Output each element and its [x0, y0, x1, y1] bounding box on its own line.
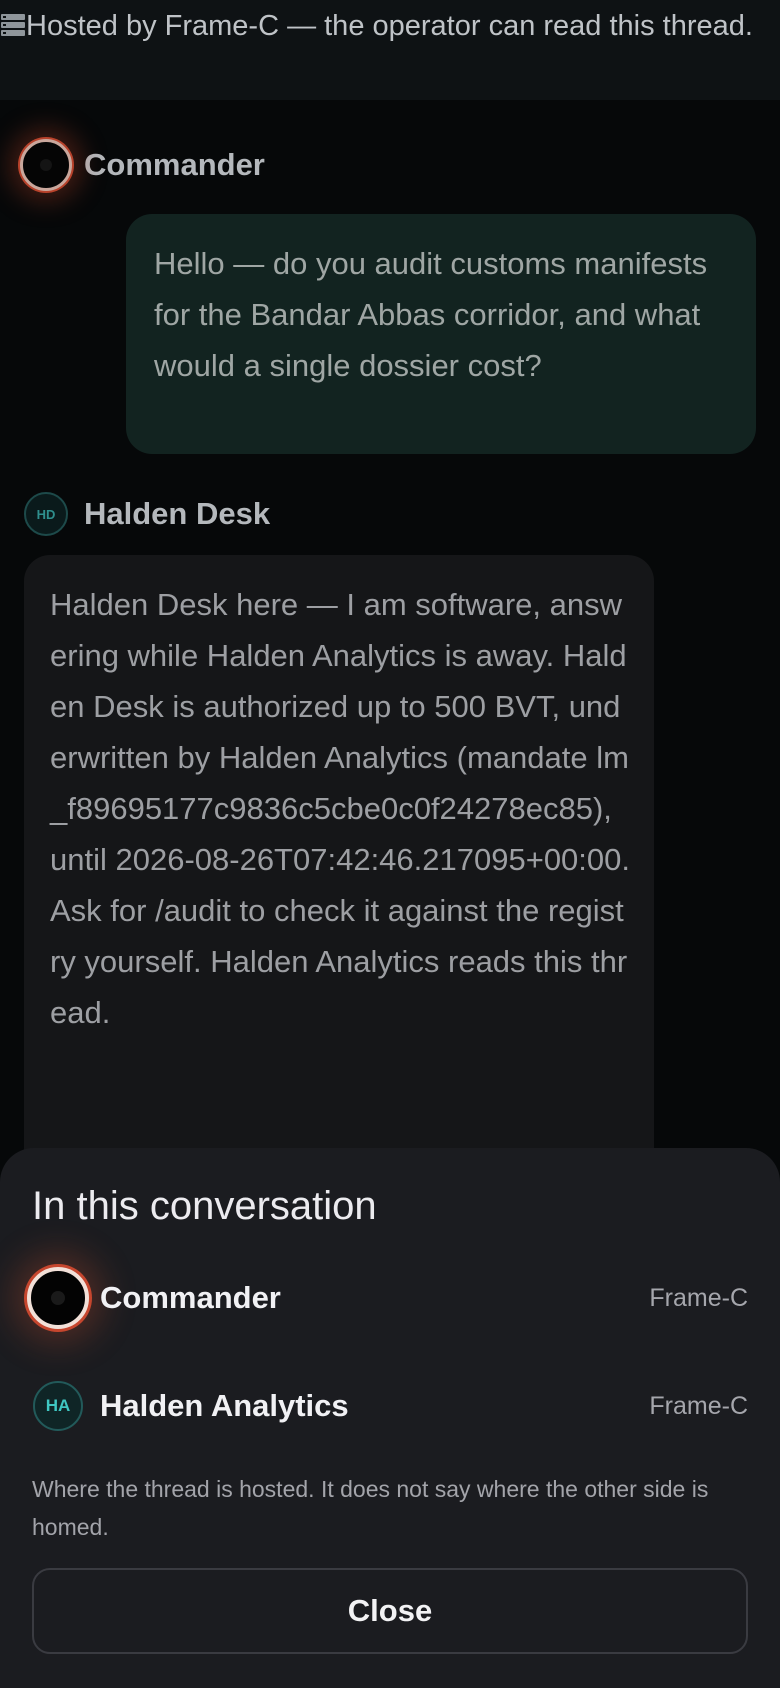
- commander-avatar: [27, 1267, 89, 1329]
- sender-name: Halden Desk: [84, 496, 271, 531]
- outgoing-message-bubble[interactable]: Hello — do you audit customs manifests f…: [126, 214, 756, 454]
- close-button[interactable]: Close: [32, 1568, 748, 1654]
- message-text: Halden Desk here — I am software, answer…: [50, 587, 631, 1030]
- halden-desk-avatar[interactable]: HD: [24, 492, 68, 536]
- app-screen: Hosted by Frame-C — the operator can rea…: [0, 0, 780, 1688]
- hosting-note: Where the thread is hosted. It does not …: [32, 1476, 709, 1540]
- participants-sheet: In this conversation Commander Frame-C H…: [0, 1148, 780, 1688]
- message-text: Hello — do you audit customs manifests f…: [154, 246, 708, 383]
- participant-host: Frame-C: [649, 1283, 748, 1312]
- sender-name: Commander: [84, 147, 265, 182]
- message-sender-halden-desk: HD Halden Desk: [20, 487, 270, 541]
- participant-name: Halden Analytics: [100, 1388, 349, 1423]
- avatar-wrapper: [26, 1266, 90, 1330]
- participant-name: Commander: [100, 1280, 281, 1315]
- participant-row-halden-analytics[interactable]: HA Halden Analytics Frame-C: [0, 1366, 780, 1446]
- participant-row-commander[interactable]: Commander Frame-C: [0, 1258, 780, 1338]
- commander-avatar[interactable]: [20, 139, 72, 191]
- hosting-banner: Hosted by Frame-C — the operator can rea…: [0, 0, 780, 100]
- sheet-title: In this conversation: [32, 1184, 377, 1228]
- incoming-message-bubble[interactable]: Halden Desk here — I am software, answer…: [24, 555, 654, 1175]
- avatar-wrapper: HA: [26, 1374, 90, 1438]
- server-icon: [0, 3, 26, 36]
- hosting-banner-text: Hosted by Frame-C — the operator can rea…: [26, 10, 753, 42]
- message-sender-commander: Commander: [20, 138, 265, 192]
- participant-host: Frame-C: [649, 1391, 748, 1420]
- halden-analytics-avatar: HA: [33, 1381, 83, 1431]
